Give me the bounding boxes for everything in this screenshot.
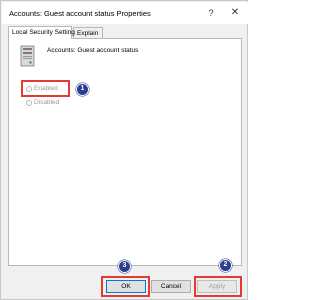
policy-name: Accounts: Guest account status (47, 47, 139, 54)
tab-local-security-setting[interactable]: Local Security Setting (8, 26, 75, 39)
ok-highlight (101, 276, 150, 297)
disabled-radio[interactable] (26, 99, 32, 106)
disabled-label: Disabled (34, 99, 60, 106)
tab-panel: Accounts: Guest account status Enabled D… (8, 38, 242, 266)
tab-explain[interactable]: Explain (73, 27, 103, 38)
enabled-highlight (21, 80, 70, 97)
apply-highlight (194, 276, 242, 297)
cancel-button[interactable]: Cancel (151, 280, 191, 293)
help-icon[interactable]: ? (200, 4, 222, 22)
step-badge-3: 3 (118, 260, 131, 273)
step-badge-1: 1 (76, 83, 89, 96)
window-title: Accounts: Guest account status Propertie… (9, 9, 151, 18)
server-policy-icon (20, 45, 35, 67)
step-badge-2: 2 (219, 259, 232, 272)
close-icon[interactable]: ✕ (224, 4, 246, 22)
title-bar: Accounts: Guest account status Propertie… (2, 2, 248, 24)
disabled-option[interactable]: Disabled (26, 98, 59, 107)
properties-dialog: Accounts: Guest account status Propertie… (0, 0, 248, 300)
